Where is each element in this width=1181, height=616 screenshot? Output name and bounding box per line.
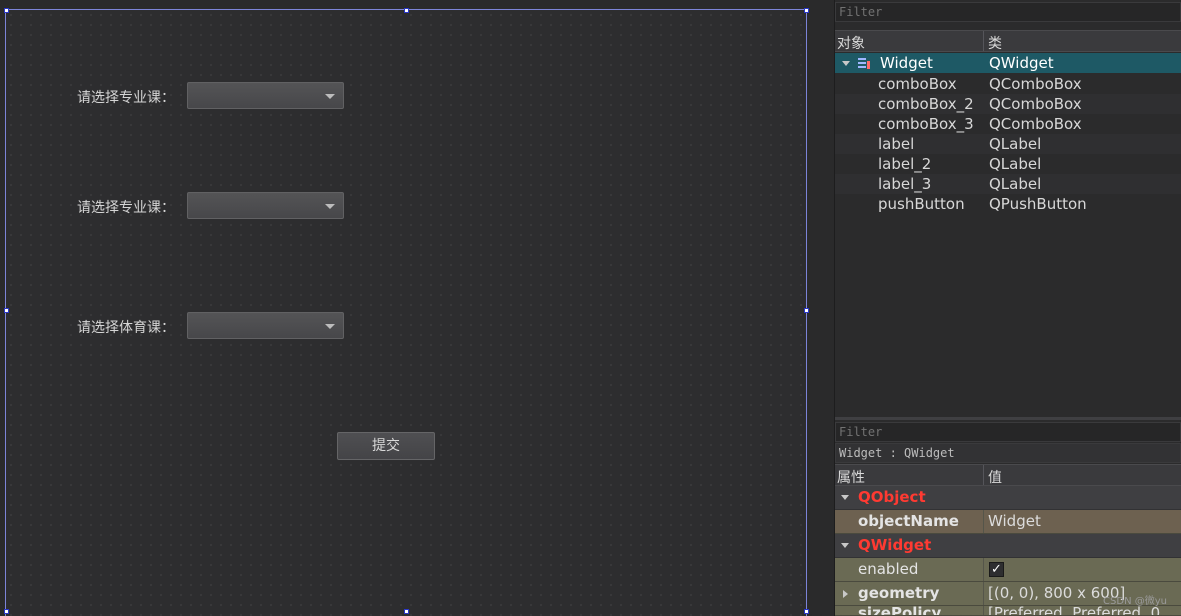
object-class: QComboBox — [989, 75, 1082, 93]
object-row[interactable]: label_2 QLabel — [835, 154, 1181, 174]
object-row-widget[interactable]: Widget QWidget — [835, 53, 1181, 73]
object-name: label — [878, 135, 915, 153]
chevron-down-icon — [325, 324, 335, 329]
object-name: comboBox_3 — [878, 115, 974, 133]
column-divider — [983, 510, 984, 533]
right-dock: Filter 对象 类 Widget QWidget comboBox QCom… — [835, 0, 1181, 616]
property-filter-input[interactable]: Filter — [835, 422, 1181, 442]
expand-arrow-icon[interactable] — [842, 61, 850, 66]
group-name: QWidget — [858, 536, 932, 554]
object-name: label_2 — [878, 155, 932, 173]
resize-handle-top[interactable] — [404, 8, 409, 13]
resize-handle-left[interactable] — [4, 308, 9, 313]
object-class: QComboBox — [989, 115, 1082, 133]
prop-name: objectName — [858, 512, 959, 530]
prop-row-objectname[interactable]: objectName Widget — [835, 510, 1181, 534]
form-widget-icon — [858, 58, 870, 69]
watermark: CSDN @微yu — [1103, 596, 1167, 607]
group-qwidget[interactable]: QWidget — [835, 534, 1181, 558]
property-context-label: Widget : QWidget — [835, 443, 1181, 463]
column-object[interactable]: 对象 — [837, 33, 865, 53]
property-editor-header: 属性 值 — [835, 464, 1181, 486]
label-pe-course: 请选择体育课： — [77, 320, 175, 336]
object-class: QComboBox — [989, 95, 1082, 113]
label-major-course-2: 请选择专业课： — [77, 200, 175, 216]
dock-splitter[interactable] — [835, 417, 1181, 420]
enabled-checkbox[interactable]: ✓ — [989, 562, 1004, 577]
prop-name: sizePolicy — [858, 606, 942, 616]
object-row[interactable]: comboBox QComboBox — [835, 74, 1181, 94]
column-property[interactable]: 属性 — [837, 467, 865, 487]
object-row[interactable]: label_3 QLabel — [835, 174, 1181, 194]
expand-arrow-icon[interactable] — [843, 590, 848, 598]
chevron-down-icon — [325, 94, 335, 99]
column-divider[interactable] — [983, 31, 984, 51]
column-divider — [983, 582, 984, 605]
column-value[interactable]: 值 — [988, 467, 1002, 487]
object-name: comboBox_2 — [878, 95, 974, 113]
designer-canvas: 请选择专业课： 请选择专业课： 请选择体育课： 提交 — [0, 0, 834, 616]
object-class: QWidget — [989, 54, 1054, 72]
column-divider — [983, 606, 984, 615]
resize-handle-bottom-left[interactable] — [4, 609, 9, 614]
prop-row-sizepolicy[interactable]: sizePolicy [Preferred, Preferred, 0, 0] — [835, 606, 1181, 616]
form-widget[interactable]: 请选择专业课： 请选择专业课： 请选择体育课： 提交 — [5, 9, 807, 616]
chevron-down-icon — [325, 204, 335, 209]
prop-value[interactable]: Widget — [988, 512, 1041, 530]
resize-handle-bottom-right[interactable] — [804, 609, 809, 614]
object-row[interactable]: label QLabel — [835, 134, 1181, 154]
combobox-major-course-1[interactable] — [187, 82, 344, 109]
resize-handle-top-left[interactable] — [4, 8, 9, 13]
column-divider — [983, 558, 984, 581]
resize-handle-bottom[interactable] — [404, 609, 409, 614]
object-name: comboBox — [878, 75, 957, 93]
column-divider[interactable] — [983, 465, 984, 485]
combobox-major-course-2[interactable] — [187, 192, 344, 219]
prop-name: enabled — [858, 560, 919, 578]
prop-value[interactable]: [Preferred, Preferred, 0, 0] — [988, 606, 1181, 615]
object-class: QPushButton — [989, 195, 1087, 213]
column-class[interactable]: 类 — [988, 33, 1002, 53]
resize-handle-top-right[interactable] — [804, 8, 809, 13]
object-class: QLabel — [989, 175, 1042, 193]
object-row[interactable]: pushButton QPushButton — [835, 194, 1181, 214]
object-name: label_3 — [878, 175, 932, 193]
object-inspector-header: 对象 类 — [835, 30, 1181, 52]
combobox-pe-course[interactable] — [187, 312, 344, 339]
object-row[interactable]: comboBox_3 QComboBox — [835, 114, 1181, 134]
object-class: QLabel — [989, 155, 1042, 173]
collapse-arrow-icon[interactable] — [841, 495, 849, 500]
prop-row-enabled[interactable]: enabled ✓ — [835, 558, 1181, 582]
label-major-course-1: 请选择专业课： — [77, 90, 175, 106]
object-name: pushButton — [878, 195, 965, 213]
object-name: Widget — [880, 54, 933, 72]
group-name: QObject — [858, 488, 926, 506]
collapse-arrow-icon[interactable] — [841, 543, 849, 548]
prop-name: geometry — [858, 584, 940, 602]
object-class: QLabel — [989, 135, 1042, 153]
object-row[interactable]: comboBox_2 QComboBox — [835, 94, 1181, 114]
resize-handle-right[interactable] — [804, 308, 809, 313]
submit-button[interactable]: 提交 — [337, 432, 435, 460]
object-filter-input[interactable]: Filter — [835, 2, 1181, 22]
group-qobject[interactable]: QObject — [835, 486, 1181, 510]
